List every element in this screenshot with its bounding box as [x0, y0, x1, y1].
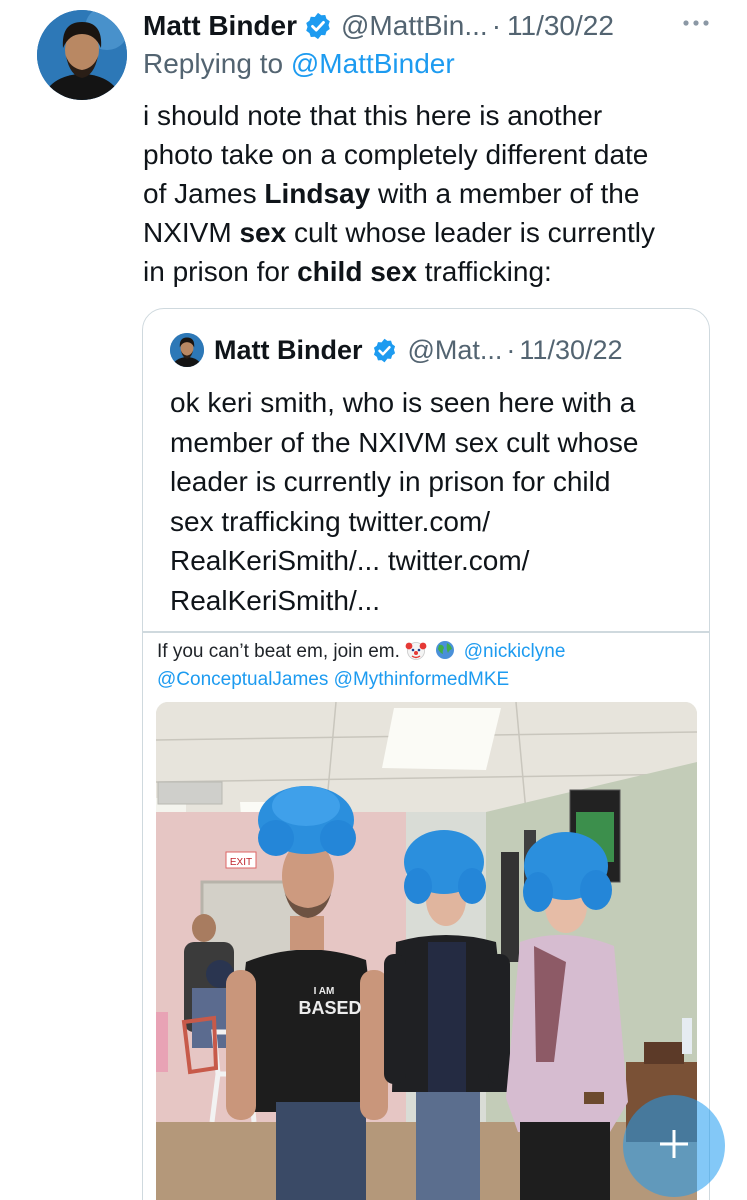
mention-link: @nickiclyne: [463, 641, 566, 662]
embedded-screenshot-caption: If you can’t beat em, join em. @nickicly…: [157, 638, 697, 694]
compose-plus-icon: [654, 1124, 694, 1169]
quoted-text-line: RealKeriSmith/...: [170, 584, 381, 616]
tweet-text: i should note that this here is another …: [143, 96, 733, 291]
more-options-icon[interactable]: [678, 10, 714, 36]
quoted-author-name: Matt Binder: [214, 334, 363, 365]
mention-link: @MythinformedMKE: [333, 669, 510, 690]
quoted-tweet-header: Matt Binder @Mat... · 11/30/22: [170, 333, 623, 367]
tweet-text-line: photo take on a completely different dat…: [143, 139, 649, 170]
author-avatar[interactable]: [37, 10, 127, 100]
globe-icon: [434, 639, 456, 661]
mention-link: @ConceptualJames: [157, 669, 329, 690]
replying-to-line: Replying to @MattBinder: [143, 48, 455, 80]
tweet-header: Matt Binder @MattBin... · 11/30/22: [143, 6, 614, 46]
quoted-text-line: leader is currently in prison for child: [170, 466, 611, 497]
quoted-text-line: ok keri smith, who is seen here with a: [170, 387, 636, 418]
verified-badge-icon: [303, 11, 333, 41]
bold-word: child sex: [297, 256, 417, 287]
quoted-tweet-date: 11/30/22: [519, 334, 623, 365]
quoted-text-line: member of the NXIVM sex cult whose: [170, 426, 639, 458]
verified-badge-icon: [371, 337, 398, 364]
shirt-text-line-2: BASED: [298, 998, 361, 1018]
bold-word: Lindsay: [264, 178, 371, 209]
replying-to-prefix: Replying to: [143, 48, 291, 79]
embedded-photo[interactable]: EXIT I AM BASED: [156, 702, 697, 1200]
tweet-text-line: NXIVM sex cult whose leader is currently: [143, 217, 656, 248]
clown-face-icon: [405, 639, 427, 661]
tweet-date[interactable]: 11/30/22: [507, 10, 614, 42]
separator-dot: ·: [506, 334, 516, 365]
exit-sign-text: EXIT: [230, 857, 252, 868]
compose-button[interactable]: [623, 1095, 725, 1197]
bold-word: sex: [239, 217, 287, 248]
quoted-text-line: sex trafficking twitter.com/: [170, 505, 491, 537]
tweet-text-line: in prison for child sex trafficking:: [143, 256, 552, 287]
quoted-tweet-text: ok keri smith, who is seen here with a m…: [170, 383, 690, 620]
quoted-author-avatar: [170, 333, 204, 367]
tweet-text-line: i should note that this here is another: [143, 100, 603, 131]
separator-dot: ·: [491, 10, 502, 41]
author-handle[interactable]: @MattBin...: [341, 10, 488, 42]
author-name[interactable]: Matt Binder: [143, 10, 297, 42]
tweet-text-line: of James Lindsay with a member of the: [143, 178, 640, 209]
quoted-tweet-card[interactable]: Matt Binder @Mat... · 11/30/22 ok keri s…: [142, 308, 710, 1200]
quoted-text-line: RealKeriSmith/... twitter.com/: [170, 545, 530, 576]
shirt-text-line-1: I AM: [314, 986, 335, 997]
embedded-caption-text: If you can’t beat em, join em.: [157, 641, 406, 662]
quoted-author-handle: @Mat...: [407, 334, 503, 365]
media-divider: [143, 631, 709, 633]
tweet-screen: Matt Binder @MattBin... · 11/30/22 Reply…: [0, 0, 747, 1200]
replying-to-mention[interactable]: @MattBinder: [291, 48, 455, 79]
